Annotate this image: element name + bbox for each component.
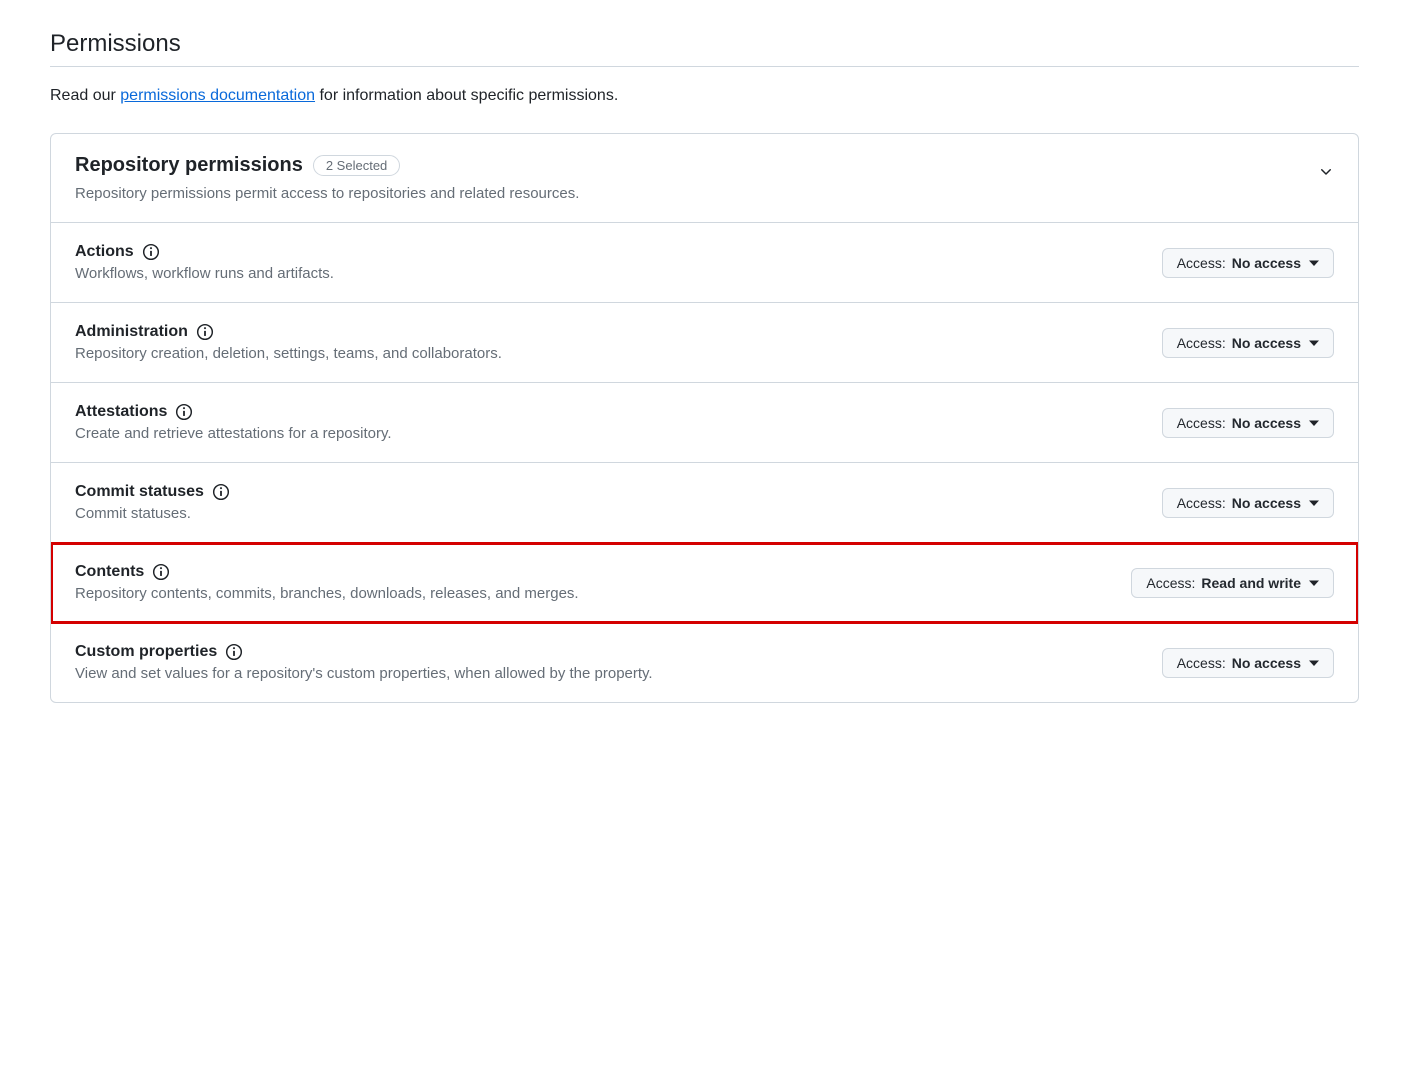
- access-label: Access:: [1177, 255, 1226, 271]
- info-icon[interactable]: [152, 563, 170, 581]
- intro-text: Read our permissions documentation for i…: [50, 87, 1359, 105]
- caret-down-icon: [1309, 415, 1319, 431]
- permissions-doc-link[interactable]: permissions documentation: [120, 87, 315, 104]
- permission-title-row: Commit statuses: [75, 483, 1162, 501]
- access-dropdown-custom-properties[interactable]: Access: No access: [1162, 648, 1334, 678]
- info-icon[interactable]: [196, 323, 214, 341]
- panel-header-title-row: Repository permissions 2 Selected: [75, 154, 1318, 177]
- info-icon[interactable]: [212, 483, 230, 501]
- permission-description: Workflows, workflow runs and artifacts.: [75, 265, 1162, 282]
- access-label: Access:: [1177, 655, 1226, 671]
- caret-down-icon: [1309, 575, 1319, 591]
- info-icon[interactable]: [175, 403, 193, 421]
- caret-down-icon: [1309, 655, 1319, 671]
- access-label: Access:: [1177, 415, 1226, 431]
- permission-row-commit-statuses: Commit statusesCommit statuses.Access: N…: [51, 463, 1358, 543]
- access-label: Access:: [1146, 575, 1195, 591]
- access-label: Access:: [1177, 495, 1226, 511]
- caret-down-icon: [1309, 495, 1319, 511]
- access-dropdown-administration[interactable]: Access: No access: [1162, 328, 1334, 358]
- access-value: No access: [1232, 655, 1301, 671]
- permission-title: Attestations: [75, 403, 167, 421]
- selected-count-badge: 2 Selected: [313, 155, 400, 176]
- permission-title: Contents: [75, 563, 144, 581]
- permission-title-row: Administration: [75, 323, 1162, 341]
- access-value: No access: [1232, 335, 1301, 351]
- chevron-down-icon: [1318, 164, 1334, 183]
- permission-row-custom-properties: Custom properties View and set values for…: [51, 623, 1358, 702]
- permission-left: Contents Repository contents, commits, br…: [75, 563, 1131, 602]
- access-dropdown-commit-statuses[interactable]: Access: No access: [1162, 488, 1334, 518]
- access-value: No access: [1232, 255, 1301, 271]
- permission-row-administration: Administration Repository creation, delet…: [51, 303, 1358, 383]
- repository-permissions-header[interactable]: Repository permissions 2 Selected Reposi…: [51, 134, 1358, 223]
- info-icon[interactable]: [225, 643, 243, 661]
- intro-after: for information about specific permissio…: [315, 87, 618, 104]
- permission-left: Actions Workflows, workflow runs and arti…: [75, 243, 1162, 282]
- permission-title: Commit statuses: [75, 483, 204, 501]
- access-dropdown-contents[interactable]: Access: Read and write: [1131, 568, 1334, 598]
- access-label: Access:: [1177, 335, 1226, 351]
- permissions-panel: Repository permissions 2 Selected Reposi…: [50, 133, 1359, 703]
- permission-description: Repository creation, deletion, settings,…: [75, 345, 1162, 362]
- intro-before: Read our: [50, 87, 120, 104]
- access-value: No access: [1232, 415, 1301, 431]
- permission-title-row: Attestations: [75, 403, 1162, 421]
- panel-header-title: Repository permissions: [75, 154, 303, 177]
- permission-title: Actions: [75, 243, 134, 261]
- permission-title-row: Custom properties: [75, 643, 1162, 661]
- access-value: No access: [1232, 495, 1301, 511]
- panel-header-description: Repository permissions permit access to …: [75, 185, 1318, 202]
- permission-description: Repository contents, commits, branches, …: [75, 585, 1131, 602]
- caret-down-icon: [1309, 335, 1319, 351]
- permission-row-contents: Contents Repository contents, commits, br…: [51, 543, 1358, 623]
- access-dropdown-attestations[interactable]: Access: No access: [1162, 408, 1334, 438]
- access-value: Read and write: [1201, 575, 1301, 591]
- permission-title-row: Contents: [75, 563, 1131, 581]
- permission-row-actions: Actions Workflows, workflow runs and arti…: [51, 223, 1358, 303]
- panel-header-left: Repository permissions 2 Selected Reposi…: [75, 154, 1318, 202]
- permission-left: Administration Repository creation, delet…: [75, 323, 1162, 362]
- permission-left: Custom properties View and set values for…: [75, 643, 1162, 682]
- access-dropdown-actions[interactable]: Access: No access: [1162, 248, 1334, 278]
- page-title: Permissions: [50, 30, 1359, 67]
- caret-down-icon: [1309, 255, 1319, 271]
- permission-description: Commit statuses.: [75, 505, 1162, 522]
- permission-left: Commit statuses Commit statuses.: [75, 483, 1162, 522]
- permission-title: Custom properties: [75, 643, 217, 661]
- permission-row-attestations: Attestations Create and retrieve attestat…: [51, 383, 1358, 463]
- permission-description: View and set values for a repository's c…: [75, 665, 1162, 682]
- permission-left: Attestations Create and retrieve attestat…: [75, 403, 1162, 442]
- permission-title-row: Actions: [75, 243, 1162, 261]
- permission-description: Create and retrieve attestations for a r…: [75, 425, 1162, 442]
- info-icon[interactable]: [142, 243, 160, 261]
- permission-title: Administration: [75, 323, 188, 341]
